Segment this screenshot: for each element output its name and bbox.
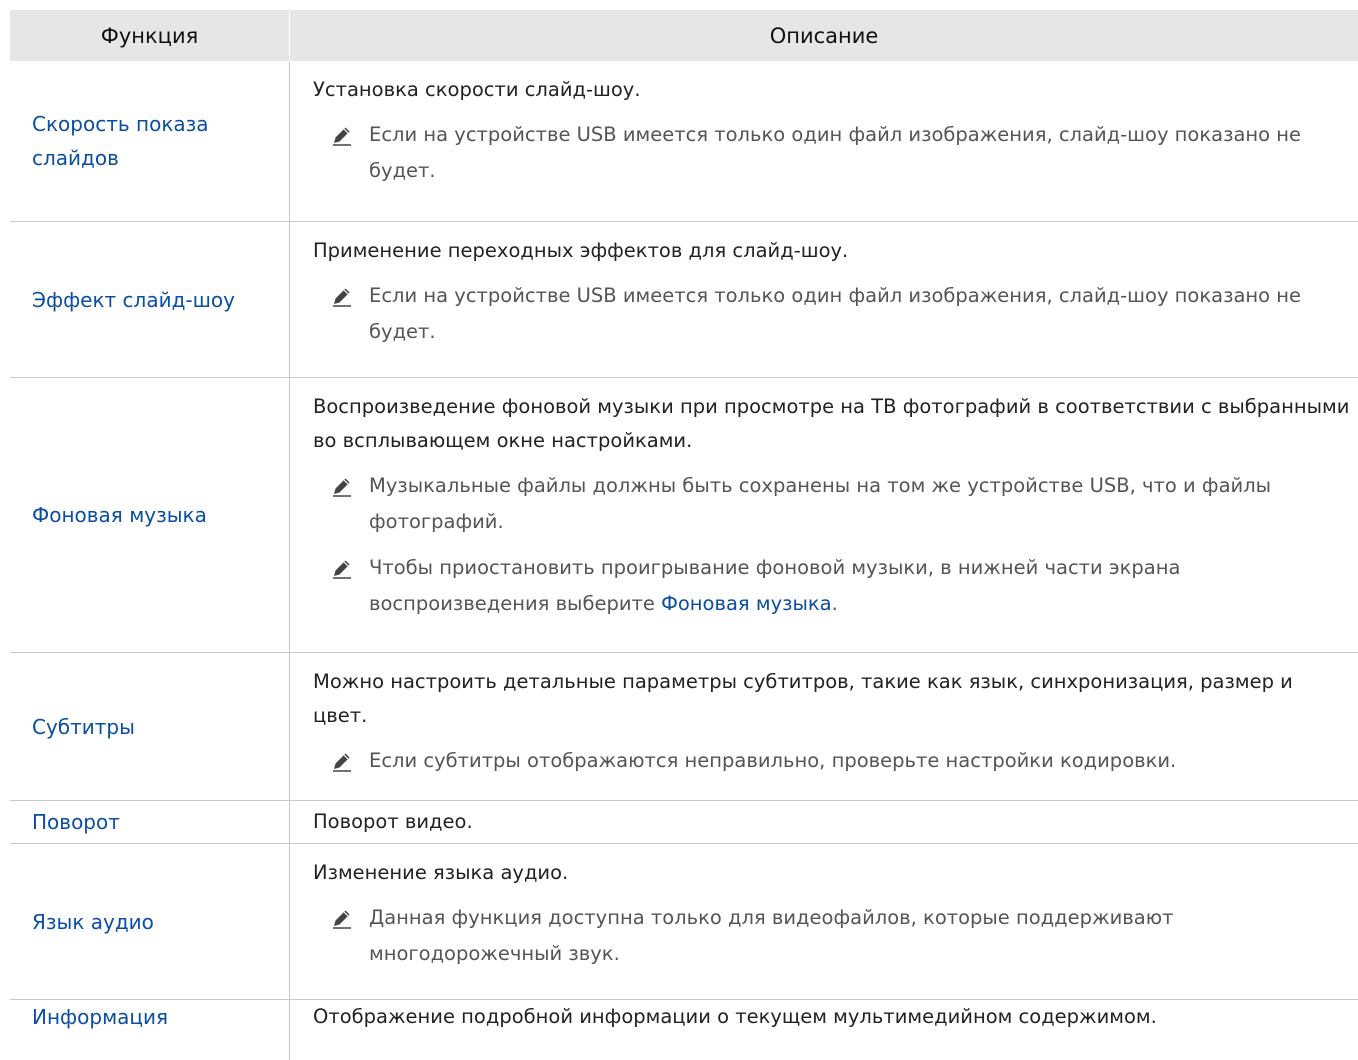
function-name[interactable]: Информация: [32, 1000, 168, 1034]
note-text: Если субтитры отображаются неправильно, …: [369, 749, 1177, 772]
function-description: Применение переходных эффектов для слайд…: [313, 239, 849, 262]
pencil-icon: [330, 278, 362, 350]
function-name[interactable]: Эффект слайд-шоу: [32, 283, 235, 317]
settings-table: Функция Описание Скорость показа слайдов…: [10, 10, 1358, 1060]
menu-link-background-music[interactable]: Фоновая музыка: [661, 592, 832, 615]
note: Если субтитры отображаются неправильно, …: [313, 743, 1340, 785]
table-row: Эффект слайд-шоу Применение переходных э…: [10, 222, 1358, 378]
table-row: Поворот Поворот видео.: [10, 801, 1358, 844]
note: Чтобы приостановить проигрывание фоновой…: [313, 550, 1358, 622]
note: Если на устройстве USB имеется только од…: [313, 117, 1358, 189]
note-text: Чтобы приостановить проигрывание фоновой…: [369, 556, 1181, 615]
function-name[interactable]: Язык аудио: [32, 905, 154, 939]
table-header: Функция Описание: [10, 10, 1358, 61]
pencil-icon: [330, 117, 362, 189]
function-name[interactable]: Субтитры: [32, 710, 135, 744]
function-description: Воспроизведение фоновой музыки при просм…: [313, 395, 1350, 452]
header-function: Функция: [10, 10, 290, 61]
pencil-icon: [330, 743, 362, 785]
function-name[interactable]: Фоновая музыка: [32, 498, 207, 532]
pencil-icon: [330, 900, 362, 972]
table-row: Язык аудио Изменение языка аудио. Данная…: [10, 844, 1358, 1000]
note: Если на устройстве USB имеется только од…: [313, 278, 1358, 350]
function-description: Изменение языка аудио.: [313, 861, 569, 884]
function-name[interactable]: Поворот: [32, 805, 120, 839]
note-text: Если на устройстве USB имеется только од…: [369, 284, 1302, 343]
table-row: Информация Отображение подробной информа…: [10, 1000, 1358, 1060]
note: Музыкальные файлы должны быть сохранены …: [313, 468, 1358, 540]
function-description: Можно настроить детальные параметры субт…: [313, 670, 1293, 727]
table-row: Субтитры Можно настроить детальные парам…: [10, 653, 1358, 801]
note-text: Данная функция доступна только для видео…: [369, 906, 1174, 965]
function-name[interactable]: Скорость показа слайдов: [32, 107, 289, 175]
pencil-icon: [330, 550, 362, 622]
function-description: Поворот видео.: [313, 810, 473, 833]
note: Данная функция доступна только для видео…: [313, 900, 1358, 972]
table-row: Фоновая музыка Воспроизведение фоновой м…: [10, 378, 1358, 653]
note-text: Если на устройстве USB имеется только од…: [369, 123, 1302, 182]
table-row: Скорость показа слайдов Установка скорос…: [10, 61, 1358, 222]
note-text: Музыкальные файлы должны быть сохранены …: [369, 474, 1272, 533]
function-description: Установка скорости слайд-шоу.: [313, 78, 641, 101]
function-description: Отображение подробной информации о текущ…: [313, 1005, 1157, 1028]
header-description: Описание: [769, 23, 879, 48]
pencil-icon: [330, 468, 362, 540]
